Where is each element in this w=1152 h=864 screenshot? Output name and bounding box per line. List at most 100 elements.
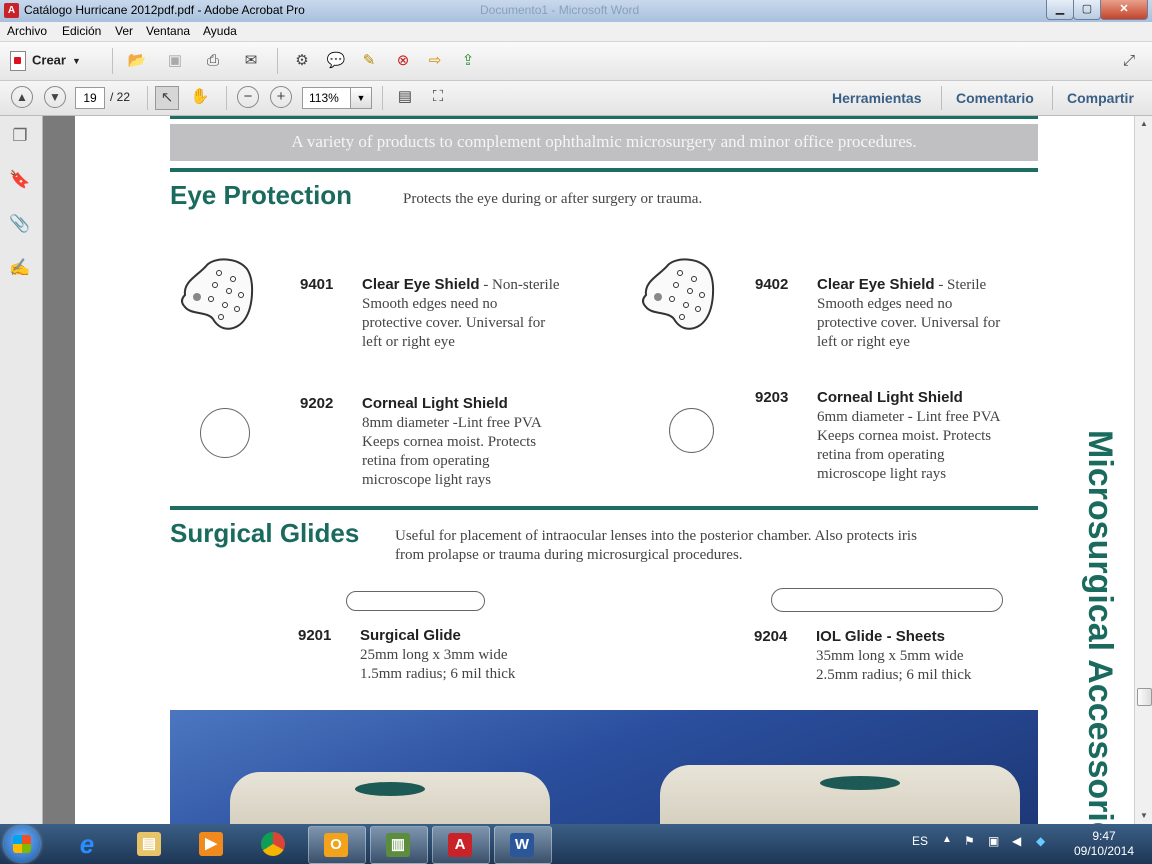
zoom-dropdown-icon[interactable]: ▼ (350, 87, 372, 109)
language-indicator[interactable]: ES (912, 834, 928, 848)
acrobat-app-icon: A (4, 3, 19, 18)
clear-eye-shield-image (642, 258, 714, 330)
background-window-title: Documento1 - Microsoft Word (480, 3, 640, 17)
minimize-button[interactable]: ▁ (1046, 0, 1074, 20)
start-button[interactable] (4, 826, 40, 862)
crear-button[interactable]: Crear ▼ (10, 51, 81, 71)
hand-tool-icon[interactable]: ✋ (189, 86, 211, 108)
menu-edicion[interactable]: Edición (62, 24, 101, 38)
zoom-out-icon[interactable]: − (237, 86, 259, 108)
description-line: Keeps cornea moist. Protects (362, 434, 537, 450)
taskbar-app[interactable]: A (432, 826, 490, 864)
print-icon[interactable]: ⎙ (202, 50, 224, 72)
volume-icon[interactable]: ◀ (1012, 834, 1021, 848)
description-line: left or right eye (362, 334, 455, 350)
scrollbar-thumb[interactable] (1137, 688, 1152, 706)
edit-icon[interactable]: ✎ (358, 50, 380, 72)
menu-archivo[interactable]: Archivo (7, 24, 47, 38)
document-area[interactable]: A variety of products to complement opht… (43, 116, 1134, 824)
fit-page-icon[interactable]: ▤ (394, 86, 416, 108)
signatures-icon[interactable]: ✍ (8, 256, 32, 280)
menu-ayuda[interactable]: Ayuda (203, 24, 237, 38)
previous-page-icon[interactable]: ▲ (11, 86, 33, 108)
clock[interactable]: 9:47 09/10/2014 (1062, 829, 1146, 859)
product-code: 9401 (300, 276, 334, 293)
share-icon[interactable]: ⇪ (457, 50, 479, 72)
delete-icon[interactable]: ⊗ (392, 50, 414, 72)
description-line: retina from operating (817, 447, 945, 463)
clock-date: 09/10/2014 (1073, 844, 1135, 858)
page-number-input[interactable]: 19 (75, 87, 105, 109)
taskbar-app[interactable]: ▥ (370, 826, 428, 864)
taskbar-app[interactable]: e (60, 826, 116, 862)
internet-explorer-icon: e (79, 829, 95, 859)
close-button[interactable]: ✕ (1100, 0, 1148, 20)
toolbar-separator (226, 86, 227, 110)
settings-icon[interactable]: ⚙ (291, 50, 313, 72)
full-screen-icon[interactable]: ⛶ (427, 86, 449, 108)
scroll-up-icon[interactable]: ▲ (1135, 116, 1152, 132)
taskbar-app[interactable]: ▶ (184, 826, 240, 862)
pdf-page: A variety of products to complement opht… (75, 116, 1134, 824)
page-thumbnails-icon[interactable]: ❐ (8, 124, 32, 148)
iol-glide-image (771, 588, 1003, 612)
comentario-button[interactable]: Comentario (956, 90, 1034, 106)
description-line: microscope light rays (362, 472, 492, 488)
vertical-scrollbar[interactable]: ▲ ▼ (1134, 116, 1152, 824)
crear-label: Crear (32, 52, 66, 68)
clear-eye-shield-image (181, 258, 253, 330)
product-name: Corneal Light Shield (362, 395, 508, 412)
compartir-button[interactable]: Compartir (1067, 90, 1134, 106)
save-icon[interactable]: ▣ (164, 50, 186, 72)
scroll-down-icon[interactable]: ▼ (1135, 808, 1152, 824)
window-title: Catálogo Hurricane 2012pdf.pdf - Adobe A… (24, 3, 305, 17)
product-description: 8mm diameter -Lint free PVA Keeps cornea… (362, 414, 542, 490)
corneal-light-shield-image (669, 408, 714, 453)
description-line: left or right eye (817, 334, 910, 350)
menu-bar: Archivo Edición Ver Ventana Ayuda (0, 22, 1152, 42)
description-line: protective cover. Universal for (817, 315, 1001, 331)
section-desc-surgical-glides: Useful for placement of intraocular lens… (395, 527, 917, 565)
description-line: Keeps cornea moist. Protects (817, 428, 992, 444)
next-page-icon[interactable]: ▼ (44, 86, 66, 108)
expand-icon[interactable]: ⤢ (1118, 50, 1140, 72)
description-line: from prolapse or trauma during microsurg… (395, 547, 743, 563)
product-code: 9203 (755, 389, 789, 406)
email-icon[interactable]: ✉ (240, 50, 262, 72)
open-icon[interactable]: 📂 (126, 50, 148, 72)
description-line: Useful for placement of intraocular lens… (395, 528, 917, 544)
show-hidden-icons-icon[interactable]: ▲ (942, 834, 952, 845)
product-name: Clear Eye Shield - Non-sterile (362, 276, 560, 294)
dropbox-icon[interactable]: ◆ (1036, 834, 1045, 848)
product-code: 9204 (754, 628, 788, 645)
product-name: Surgical Glide (360, 627, 461, 644)
menu-ventana[interactable]: Ventana (146, 24, 190, 38)
bookmarks-icon[interactable]: 🔖 (8, 168, 32, 192)
taskbar-app[interactable]: O (308, 826, 366, 864)
comment-icon[interactable]: 💬 (325, 50, 347, 72)
attachments-icon[interactable]: 📎 (8, 212, 32, 236)
chevron-down-icon: ▼ (71, 56, 81, 67)
export-icon[interactable]: ⇨ (424, 50, 446, 72)
description-line: Smooth edges need no (362, 296, 498, 312)
description-line: Smooth edges need no (817, 296, 953, 312)
box-opening (355, 782, 425, 796)
taskbar-app[interactable]: ▤ (122, 826, 178, 862)
main-toolbar: Crear ▼ 📂 ▣ ⎙ ✉ ⚙ 💬 ✎ ⊗ ⇨ ⇪ ⤢ (0, 42, 1152, 81)
herramientas-button[interactable]: Herramientas (832, 90, 922, 106)
maximize-button[interactable]: ▢ (1073, 0, 1101, 20)
description-line: 25mm long x 3mm wide (360, 647, 508, 663)
network-icon[interactable]: ▣ (988, 834, 999, 848)
section-desc-eye-protection: Protects the eye during or after surgery… (403, 191, 703, 207)
flag-icon[interactable]: ⚑ (964, 834, 975, 848)
product-note: - Non-sterile (479, 277, 560, 293)
surgical-glide-image (346, 591, 485, 611)
taskbar-app[interactable] (246, 826, 302, 862)
select-cursor-icon[interactable]: ↖ (155, 86, 179, 110)
taskbar-app[interactable]: W (494, 826, 552, 864)
description-line: microscope light rays (817, 466, 947, 482)
menu-ver[interactable]: Ver (115, 24, 133, 38)
page-total: / 22 (110, 90, 131, 104)
taskbar: e ▤ ▶ O ▥ A W (0, 824, 1152, 864)
zoom-in-icon[interactable]: + (270, 86, 292, 108)
